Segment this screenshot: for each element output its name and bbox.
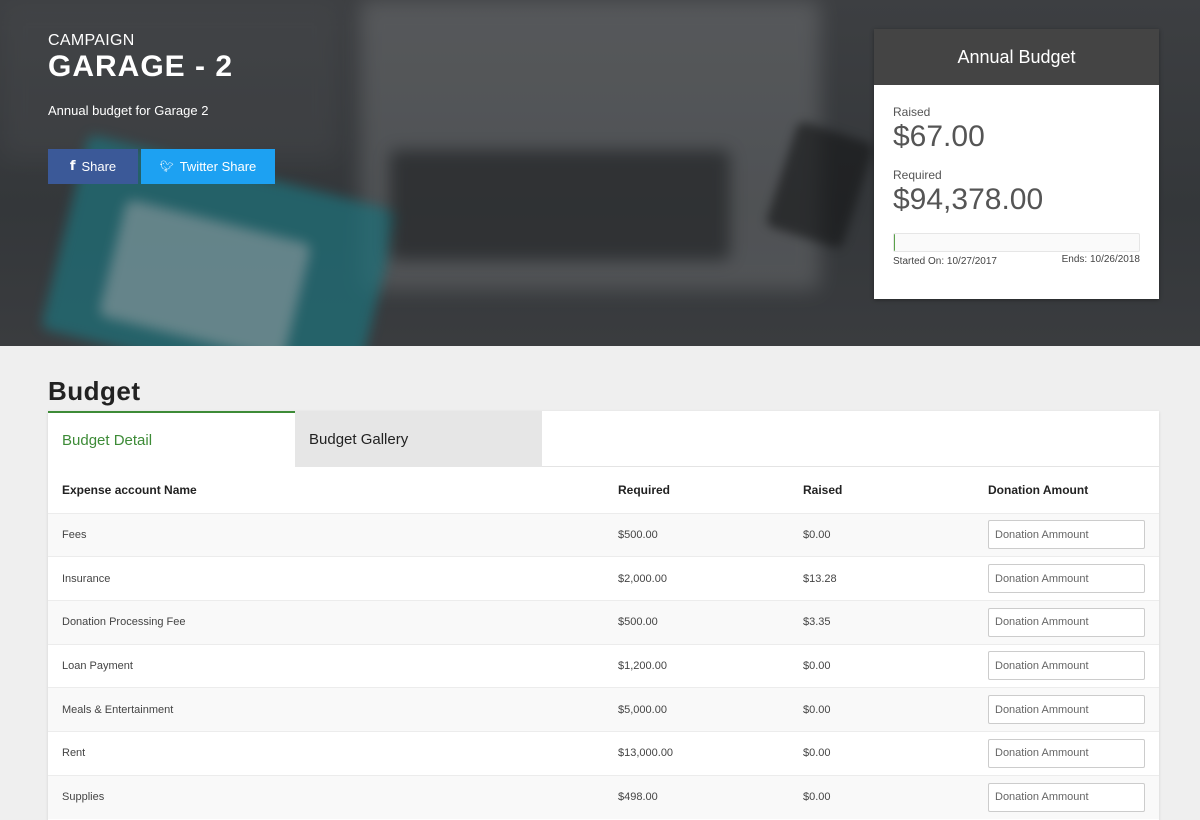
table-row: Insurance $2,000.00 $13.28 — [48, 556, 1159, 601]
raised-cell: $0.00 — [789, 774, 974, 819]
required-cell: $1,200.00 — [604, 643, 789, 688]
twitter-share-label: Twitter Share — [179, 159, 257, 174]
expense-name-cell: Meals & Entertainment — [48, 687, 604, 732]
expense-name-cell: Fees — [48, 512, 604, 557]
donation-amount-input[interactable] — [988, 607, 1145, 637]
table-row: Loan Payment $1,200.00 $0.00 — [48, 643, 1159, 688]
budget-tabs: Budget Detail Budget Gallery — [48, 411, 1159, 467]
donation-amount-input[interactable] — [988, 782, 1145, 812]
expense-name-cell: Donation Processing Fee — [48, 599, 604, 645]
required-cell: $500.00 — [604, 599, 789, 645]
required-label: Required — [893, 168, 942, 182]
raised-cell: $0.00 — [789, 687, 974, 732]
table-row: Supplies $498.00 $0.00 — [48, 774, 1159, 819]
raised-cell: $13.28 — [789, 556, 974, 601]
donation-cell — [974, 643, 1159, 688]
annual-budget-card: Annual Budget Raised $67.00 Required $94… — [874, 29, 1159, 299]
required-cell: $500.00 — [604, 512, 789, 557]
donation-amount-input[interactable] — [988, 738, 1145, 768]
expense-name-cell: Insurance — [48, 556, 604, 601]
donation-cell — [974, 599, 1159, 645]
expense-name-cell: Supplies — [48, 774, 604, 819]
annual-budget-title: Annual Budget — [874, 29, 1159, 85]
twitter-icon: 🐦︎ — [159, 160, 174, 173]
table-row: Rent $13,000.00 $0.00 — [48, 730, 1159, 776]
tab-budget-gallery[interactable]: Budget Gallery — [295, 411, 542, 467]
header-expense-name: Expense account Name — [62, 482, 197, 497]
tab-budget-detail[interactable]: Budget Detail — [48, 411, 295, 467]
donation-amount-input[interactable] — [988, 651, 1145, 681]
hero-background-shape — [390, 150, 730, 260]
campaign-description: Annual budget for Garage 2 — [48, 103, 209, 118]
header-donation-amount: Donation Amount — [988, 482, 1089, 497]
required-cell: $5,000.00 — [604, 687, 789, 732]
raised-label: Raised — [893, 105, 931, 119]
facebook-share-button[interactable]: f Share — [48, 149, 138, 184]
raised-amount: $67.00 — [893, 120, 985, 153]
table-row: Fees $500.00 $0.00 — [48, 512, 1159, 557]
facebook-icon: f — [69, 159, 76, 174]
required-amount: $94,378.00 — [893, 183, 1044, 216]
donation-cell — [974, 687, 1159, 732]
raised-cell: $0.00 — [789, 512, 974, 557]
donation-amount-input[interactable] — [988, 695, 1145, 725]
campaign-label: CAMPAIGN — [48, 32, 135, 49]
donation-amount-input[interactable] — [988, 520, 1145, 550]
table-header-row: Expense account Name Required Raised Don… — [48, 467, 1159, 513]
required-cell: $498.00 — [604, 774, 789, 819]
donation-amount-input[interactable] — [988, 564, 1145, 594]
expense-name-cell: Rent — [48, 730, 604, 776]
raised-cell: $0.00 — [789, 643, 974, 688]
campaign-title: GARAGE - 2 — [48, 50, 234, 83]
header-required: Required — [618, 482, 671, 497]
raised-cell: $0.00 — [789, 730, 974, 776]
end-date: Ends: 10/26/2018 — [1061, 254, 1140, 265]
budget-panel: Budget Detail Budget Gallery Expense acc… — [48, 411, 1159, 820]
table-row: Meals & Entertainment $5,000.00 $0.00 — [48, 687, 1159, 732]
required-cell: $2,000.00 — [604, 556, 789, 601]
donation-cell — [974, 774, 1159, 819]
donation-cell — [974, 556, 1159, 601]
required-cell: $13,000.00 — [604, 730, 789, 776]
facebook-share-label: Share — [81, 159, 117, 174]
donation-cell — [974, 730, 1159, 776]
budget-progress-bar — [893, 233, 1140, 252]
donation-cell — [974, 512, 1159, 557]
raised-cell: $3.35 — [789, 599, 974, 645]
expense-table: Expense account Name Required Raised Don… — [48, 467, 1159, 819]
header-raised: Raised — [803, 482, 843, 497]
twitter-share-button[interactable]: 🐦︎ Twitter Share — [141, 149, 275, 184]
table-row: Donation Processing Fee $500.00 $3.35 — [48, 599, 1159, 645]
start-date: Started On: 10/27/2017 — [893, 256, 997, 267]
campaign-hero: CAMPAIGN GARAGE - 2 Annual budget for Ga… — [0, 0, 1200, 346]
expense-name-cell: Loan Payment — [48, 643, 604, 688]
section-title: Budget — [48, 376, 141, 406]
